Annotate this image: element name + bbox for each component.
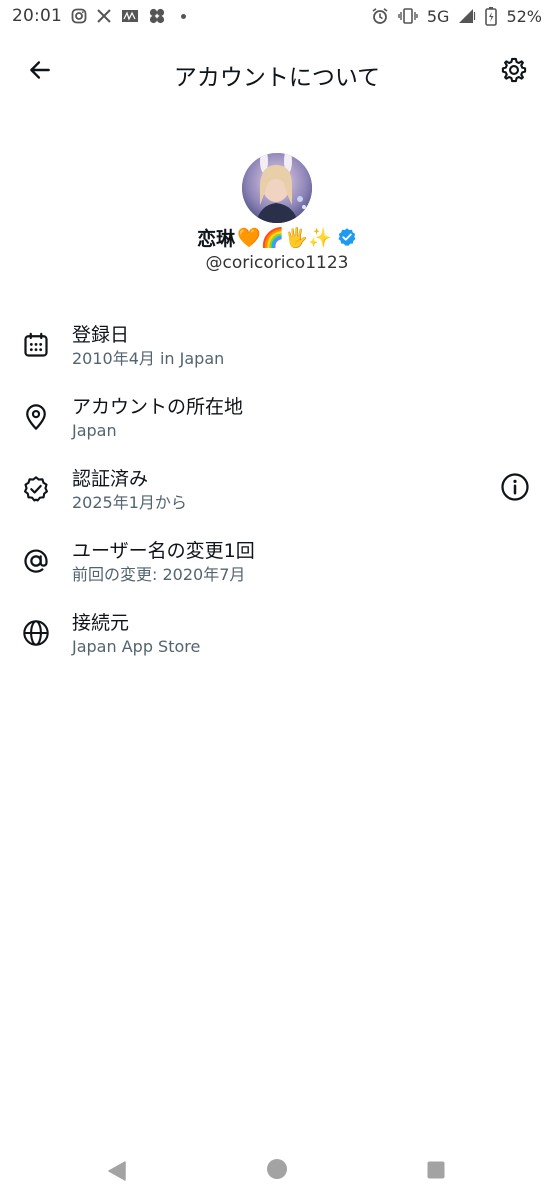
dot-icon xyxy=(181,13,186,19)
info-text: 接続元 Japan App Store xyxy=(72,610,200,658)
list-item-username-changes: ユーザー名の変更1回 前回の変更: 2020年7月 xyxy=(0,534,554,606)
profile-header: 恋琳 🧡🌈🖐✨ @coricorico1123 xyxy=(0,153,554,273)
avatar[interactable] xyxy=(242,153,312,223)
list-item-registered: 登録日 2010年4月 in Japan xyxy=(0,318,554,390)
account-info-list: 登録日 2010年4月 in Japan アカウントの所在地 Japan 認証済… xyxy=(0,318,554,678)
info-subtitle: 2025年1月から xyxy=(72,493,187,512)
x-icon xyxy=(96,8,112,24)
list-item-connected-via: 接続元 Japan App Store xyxy=(0,606,554,678)
gear-icon xyxy=(500,56,528,88)
info-subtitle: 前回の変更: 2020年7月 xyxy=(72,565,246,584)
globe-icon xyxy=(22,619,50,647)
alarm-icon xyxy=(371,7,389,25)
battery-icon xyxy=(485,6,498,26)
system-nav-bar xyxy=(0,1140,554,1200)
list-item-verified: 認証済み 2025年1月から xyxy=(0,462,554,534)
at-sign-icon xyxy=(22,547,50,575)
list-item-location: アカウントの所在地 Japan xyxy=(0,390,554,462)
info-text: ユーザー名の変更1回 前回の変更: 2020年7月 xyxy=(72,538,255,586)
info-text: アカウントの所在地 Japan xyxy=(72,394,243,442)
calendar-icon xyxy=(22,331,50,359)
instagram-icon xyxy=(71,8,87,24)
vibrate-icon xyxy=(398,7,418,25)
verification-info-button[interactable] xyxy=(500,472,530,506)
display-name: 恋琳 xyxy=(197,227,236,250)
nav-recents-icon[interactable] xyxy=(427,1161,445,1183)
status-bar: 20:01 5G 52% xyxy=(0,0,554,32)
status-left: 20:01 xyxy=(12,6,186,26)
app-bar: アカウントについて xyxy=(0,44,554,100)
page-title: アカウントについて xyxy=(173,65,381,91)
signal-icon xyxy=(458,8,476,24)
fan-icon xyxy=(148,7,166,25)
display-name-row: 恋琳 🧡🌈🖐✨ xyxy=(0,223,554,251)
handle: @coricorico1123 xyxy=(205,253,349,273)
status-right: 5G 52% xyxy=(371,6,542,26)
info-title: 登録日 xyxy=(72,324,130,346)
info-subtitle: Japan xyxy=(72,421,117,440)
info-text: 登録日 2010年4月 in Japan xyxy=(72,322,224,370)
name-emojis: 🧡🌈🖐✨ xyxy=(237,226,332,249)
status-time: 20:01 xyxy=(12,6,62,26)
battery-level: 52% xyxy=(506,6,542,26)
info-title: アカウントの所在地 xyxy=(72,396,244,418)
nav-back-icon[interactable] xyxy=(106,1160,128,1186)
info-text: 認証済み 2025年1月から xyxy=(72,466,187,514)
verified-badge-icon xyxy=(337,227,357,247)
info-subtitle: 2010年4月 in Japan xyxy=(72,349,225,368)
info-title: 認証済み xyxy=(72,468,149,490)
nav-home-icon[interactable] xyxy=(266,1158,288,1184)
location-pin-icon xyxy=(22,403,50,431)
verified-check-icon xyxy=(22,475,50,503)
info-title: 接続元 xyxy=(72,612,130,634)
network-type: 5G xyxy=(426,6,450,26)
news-icon xyxy=(121,8,139,24)
settings-button[interactable] xyxy=(494,52,534,92)
info-subtitle: Japan App Store xyxy=(72,637,201,656)
info-icon xyxy=(500,472,530,506)
info-title: ユーザー名の変更1回 xyxy=(72,540,255,562)
